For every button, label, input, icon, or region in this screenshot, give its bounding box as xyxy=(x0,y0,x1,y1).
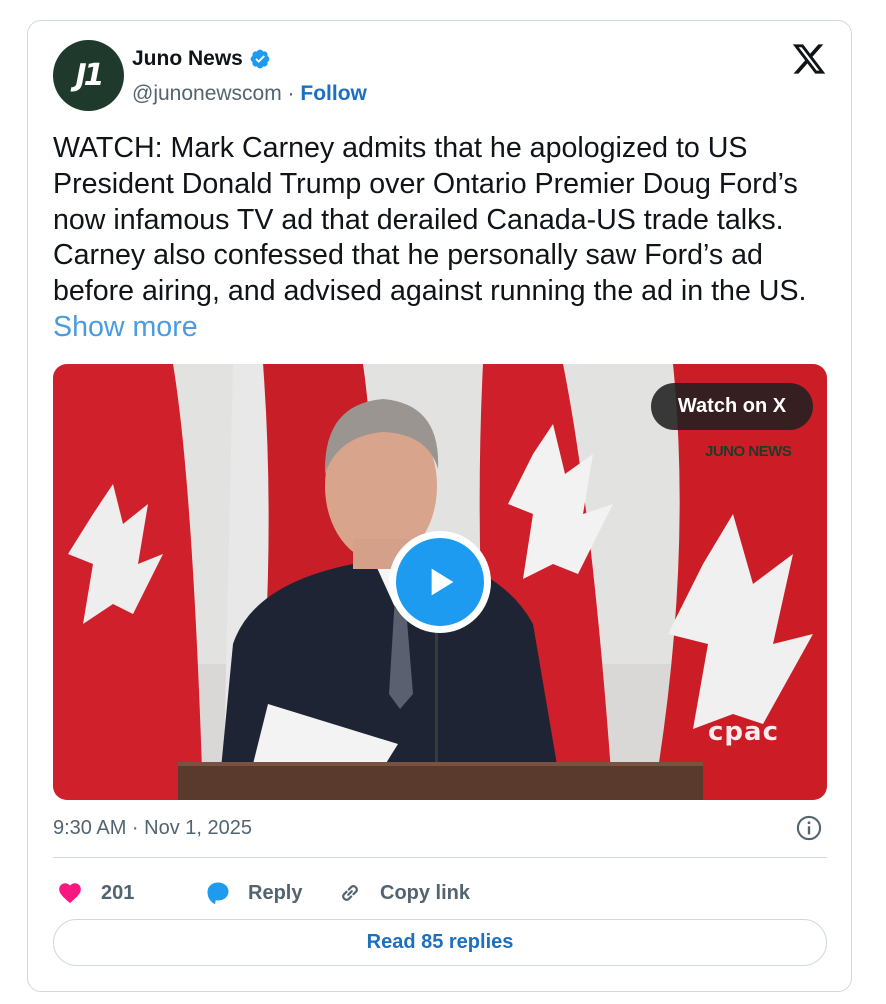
info-icon[interactable] xyxy=(795,814,823,842)
read-replies-button[interactable]: Read 85 replies xyxy=(53,919,827,966)
flag-left xyxy=(53,364,203,800)
copy-link-label: Copy link xyxy=(380,881,471,904)
play-button-inner xyxy=(396,538,484,626)
separator-dot: · xyxy=(281,82,301,105)
author-display-name[interactable]: Juno News xyxy=(132,47,243,71)
play-icon xyxy=(431,568,454,596)
reply-label: Reply xyxy=(248,881,303,904)
follow-link[interactable]: Follow xyxy=(300,82,367,105)
verified-badge-icon xyxy=(250,49,270,69)
play-button[interactable] xyxy=(389,531,491,633)
avatar[interactable]: J1 xyxy=(53,40,124,111)
author-name-row: Juno News xyxy=(132,47,271,71)
video-player[interactable]: JUNO NEWS Watch on X cpac xyxy=(53,364,827,800)
show-more-link[interactable]: Show more xyxy=(53,311,198,343)
reply-button[interactable]: Reply xyxy=(204,873,302,913)
juno-watermark: JUNO NEWS xyxy=(705,443,792,460)
x-logo-icon[interactable] xyxy=(791,41,827,77)
tweet-timestamp[interactable]: 9:30 AM · Nov 1, 2025 xyxy=(53,817,252,840)
tweet-body: WATCH: Mark Carney admits that he apolog… xyxy=(53,132,807,308)
like-count: 201 xyxy=(101,881,135,904)
reply-bubble-icon xyxy=(207,882,229,905)
avatar-logo: J1 xyxy=(75,58,104,93)
author-handle[interactable]: @junonewscom xyxy=(132,82,282,105)
action-bar: 201 Reply Copy link xyxy=(53,873,827,913)
watch-on-x-button[interactable]: Watch on X xyxy=(651,383,813,430)
copy-link-button[interactable]: Copy link xyxy=(336,873,470,913)
heart-icon xyxy=(59,883,81,904)
cpac-logo: cpac xyxy=(708,717,779,747)
link-icon xyxy=(342,885,358,901)
divider xyxy=(53,857,827,858)
author-handle-row: @junonewscom · Follow xyxy=(132,82,367,106)
like-button[interactable]: 201 xyxy=(57,873,134,913)
tweet-embed-card: J1 Juno News @junonewscom · Follow WATCH… xyxy=(27,20,852,992)
tweet-text: WATCH: Mark Carney admits that he apolog… xyxy=(53,131,843,346)
